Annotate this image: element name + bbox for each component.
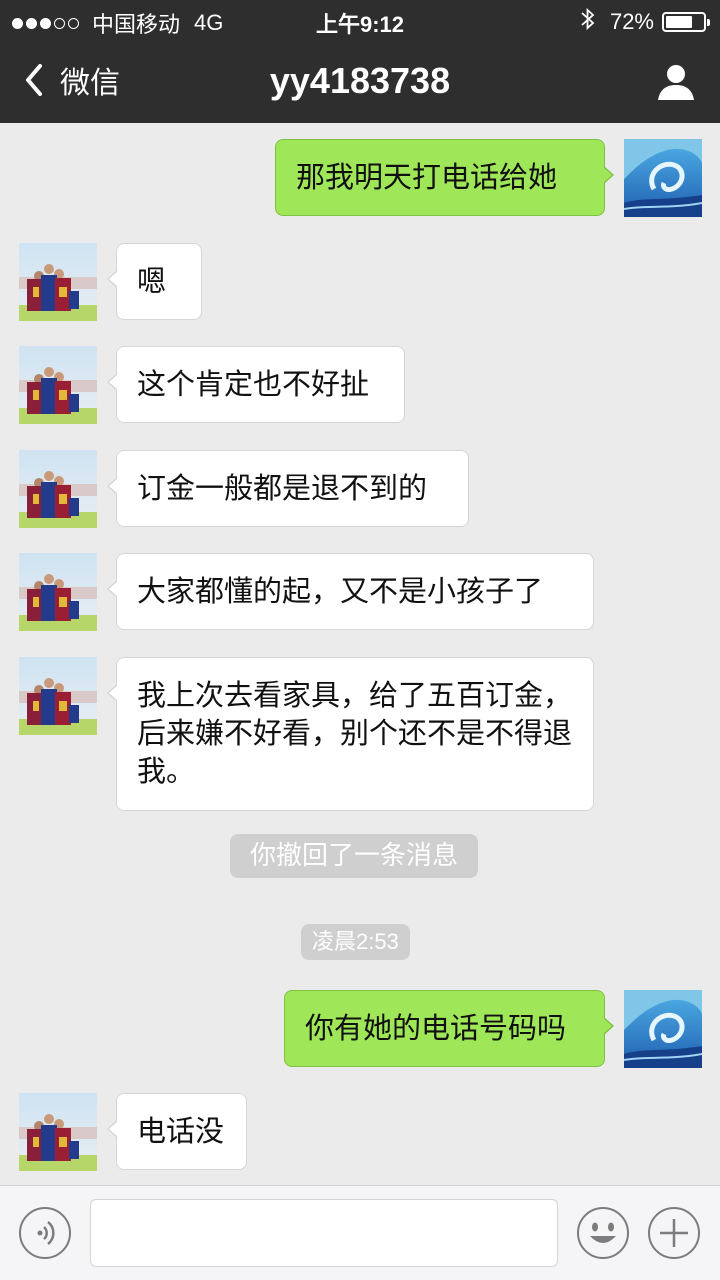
recall-notice: 你撤回了一条消息 bbox=[230, 834, 479, 878]
outgoing-message[interactable]: 那我明天打电话给她 bbox=[275, 139, 614, 216]
contact-avatar[interactable] bbox=[19, 1093, 97, 1171]
back-label: 微信 bbox=[60, 66, 120, 101]
incoming-message[interactable]: 订金一般都是退不到的 bbox=[107, 450, 469, 527]
incoming-message[interactable]: 大家都懂的起，又不是小孩子了 bbox=[107, 553, 594, 630]
person-icon bbox=[658, 65, 694, 100]
message-text: 这个肯定也不好扯 bbox=[137, 367, 370, 401]
recall-notice-text: 你撤回了一条消息 bbox=[250, 841, 459, 871]
contact-avatar[interactable] bbox=[19, 553, 97, 631]
my-avatar[interactable] bbox=[624, 139, 702, 217]
incoming-message[interactable]: 嗯 bbox=[107, 243, 202, 320]
message-text: 电话没 bbox=[137, 1114, 225, 1148]
contact-avatar[interactable] bbox=[19, 657, 97, 735]
chevron-left-icon bbox=[26, 64, 42, 96]
message-input[interactable] bbox=[90, 1199, 558, 1267]
more-button[interactable] bbox=[647, 1206, 701, 1260]
my-avatar[interactable] bbox=[624, 990, 702, 1068]
battery-icon bbox=[662, 12, 710, 32]
message-text: 订金一般都是退不到的 bbox=[137, 471, 428, 505]
timestamp-text: 凌晨2:53 bbox=[312, 929, 399, 954]
chat-title: yy4183738 bbox=[269, 60, 451, 101]
status-bar: 中国移动 4G 上午9:12 72% bbox=[0, 0, 720, 40]
plus-icon bbox=[648, 1207, 700, 1259]
voice-button[interactable] bbox=[18, 1206, 72, 1260]
emoji-icon bbox=[577, 1207, 629, 1259]
nav-bar: 微信 yy4183738 bbox=[0, 40, 720, 123]
battery-percent: 72% bbox=[609, 9, 654, 34]
back-button[interactable]: 微信 bbox=[18, 60, 120, 101]
chat-area[interactable]: 那我明天打电话给她 嗯 这个肯定也不好扯 订金一般都是退不到的 大家都懂的起，又… bbox=[0, 123, 720, 1185]
message-text: 大家都懂的起，又不是小孩子了 bbox=[137, 574, 544, 608]
incoming-message[interactable]: 电话没 bbox=[107, 1093, 247, 1170]
message-text: 我上次去看家具，给了五百订金，后来嫌不好看，别个还不是不得退我。 bbox=[137, 678, 573, 788]
message-text: 嗯 bbox=[137, 264, 167, 298]
contact-avatar[interactable] bbox=[19, 346, 97, 424]
incoming-message[interactable]: 我上次去看家具，给了五百订金，后来嫌不好看，别个还不是不得退我。 bbox=[107, 657, 594, 811]
input-bar bbox=[0, 1185, 720, 1280]
contact-avatar[interactable] bbox=[19, 450, 97, 528]
timestamp: 凌晨2:53 bbox=[301, 924, 410, 960]
message-text: 那我明天打电话给她 bbox=[296, 160, 558, 194]
bluetooth-icon bbox=[580, 7, 596, 37]
contact-avatar[interactable] bbox=[19, 243, 97, 321]
message-text: 你有她的电话号码吗 bbox=[305, 1011, 567, 1045]
outgoing-message[interactable]: 你有她的电话号码吗 bbox=[284, 990, 614, 1067]
emoji-button[interactable] bbox=[576, 1206, 630, 1260]
profile-button[interactable] bbox=[654, 60, 698, 104]
voice-icon bbox=[19, 1207, 71, 1259]
incoming-message[interactable]: 这个肯定也不好扯 bbox=[107, 346, 405, 423]
